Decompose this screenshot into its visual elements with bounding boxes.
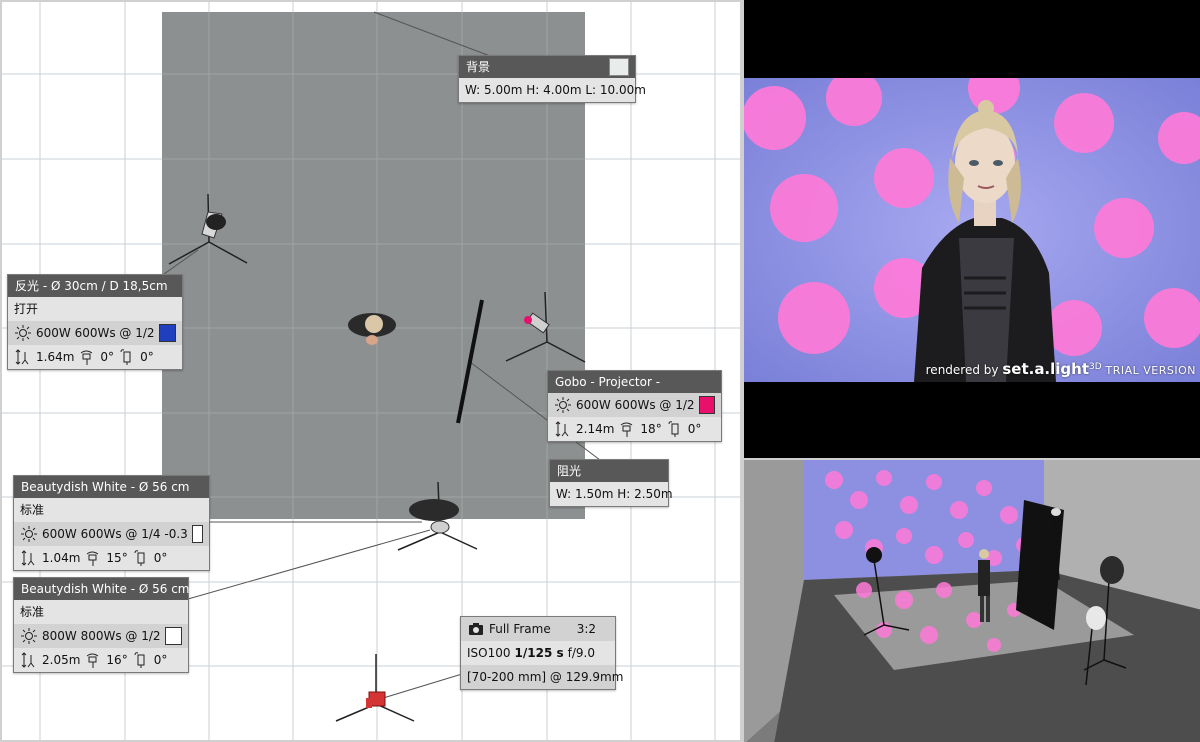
render-preview-image[interactable]: rendered by set.a.light3D TRIAL VERSION — [744, 78, 1200, 382]
beautydish-2-height: 2.05m — [42, 653, 81, 667]
camera-sensor-row: Full Frame 3:2 — [461, 617, 615, 641]
gobo-power: 600W 600Ws @ 1/2 — [576, 398, 695, 412]
tilt-icon — [78, 348, 96, 366]
gobo-card-title: Gobo - Projector - — [555, 375, 661, 389]
watermark-brand: set.a.light — [1002, 360, 1090, 378]
tilt-icon — [84, 651, 102, 669]
rotate-icon — [118, 348, 136, 366]
reflector-state-row: 打开 — [8, 297, 182, 321]
flag-info-card[interactable]: 阻光 W: 1.50m H: 2.50m — [549, 459, 673, 507]
beautydish-2-power: 800W 800Ws @ 1/2 — [42, 629, 161, 643]
watermark-prefix: rendered by — [925, 363, 999, 377]
beautydish-1-power-row: 600W 600Ws @ 1/4 -0.3 — [14, 522, 209, 546]
flag-card-title: 阻光 — [557, 464, 582, 478]
camera-icon — [467, 620, 485, 638]
height-icon — [14, 348, 32, 366]
reflector-height: 1.64m — [36, 350, 75, 364]
flag-card-header: 阻光 — [550, 460, 668, 482]
rotate-icon — [132, 651, 150, 669]
backdrop-info-card[interactable]: 背景 W: 5.00m H: 4.00m L: 10.00m — [458, 55, 646, 103]
beautydish-1-position-row: 1.04m 15° 0° — [14, 546, 209, 570]
gobo-height: 2.14m — [576, 422, 615, 436]
watermark-brand-suffix: 3D — [1089, 362, 1102, 372]
beautydish-2-gel-swatch[interactable] — [164, 627, 182, 645]
light-power-icon — [14, 324, 32, 342]
gobo-power-row: 600W 600Ws @ 1/2 — [548, 393, 721, 417]
tilt-icon — [84, 549, 102, 567]
camera-lens: [70-200 mm] @ 129.9mm — [467, 670, 624, 684]
beautydish-2-card[interactable]: Beautydish White - Ø 56 cm 标准 800W 800Ws… — [13, 577, 190, 673]
studio-3d-canvas[interactable] — [744, 460, 1200, 742]
beautydish-2-tilt: 16° — [106, 653, 128, 667]
gobo-gel-swatch[interactable] — [698, 396, 715, 414]
flag-dimensions-row: W: 1.50m H: 2.50m — [550, 482, 673, 506]
backdrop-card-title: 背景 — [466, 60, 491, 74]
render-preview-panel: rendered by set.a.light3D TRIAL VERSION — [742, 0, 1200, 458]
gobo-tilt: 18° — [640, 422, 662, 436]
light-power-icon — [20, 525, 38, 543]
tilt-icon — [618, 420, 636, 438]
camera-info-card[interactable]: Full Frame 3:2 ISO100 1/125 s f/9.0 [70-… — [460, 616, 623, 690]
light-power-icon — [20, 627, 38, 645]
beautydish-2-state: 标准 — [20, 605, 45, 619]
app-window: 背景 W: 5.00m H: 4.00m L: 10.00m 反光 - Ø 30… — [0, 0, 1200, 742]
beautydish-1-height: 1.04m — [42, 551, 81, 565]
backdrop-dimensions-row: W: 5.00m H: 4.00m L: 10.00m — [459, 78, 646, 102]
beautydish-1-tilt: 15° — [106, 551, 128, 565]
floor-plan-view[interactable]: 背景 W: 5.00m H: 4.00m L: 10.00m 反光 - Ø 30… — [0, 0, 742, 742]
reflector-power: 600W 600Ws @ 1/2 — [36, 326, 155, 340]
gobo-card-header: Gobo - Projector - — [548, 371, 721, 393]
reflector-light-card[interactable]: 反光 - Ø 30cm / D 18,5cm 打开 600W 600Ws @ 1… — [7, 274, 183, 370]
reflector-tilt: 0° — [100, 350, 115, 364]
beautydish-2-power-row: 800W 800Ws @ 1/2 — [14, 624, 188, 648]
beautydish-2-title: Beautydish White - Ø 56 cm — [21, 582, 190, 596]
backdrop-dimensions: W: 5.00m H: 4.00m L: 10.00m — [465, 83, 646, 97]
flag-dimensions: W: 1.50m H: 2.50m — [556, 487, 673, 501]
gobo-position-row: 2.14m 18° 0° — [548, 417, 721, 441]
backdrop-card-header: 背景 — [459, 56, 635, 78]
reflector-power-row: 600W 600Ws @ 1/2 — [8, 321, 182, 345]
camera-exposure-row: ISO100 1/125 s f/9.0 — [461, 641, 615, 665]
camera-shutter: 1/125 s — [514, 646, 564, 660]
light-power-icon — [554, 396, 572, 414]
height-icon — [20, 651, 38, 669]
reflector-position-row: 1.64m 0° 0° — [8, 345, 182, 369]
camera-iso: ISO100 — [467, 646, 511, 660]
beautydish-1-card-header: Beautydish White - Ø 56 cm — [14, 476, 209, 498]
rotate-icon — [132, 549, 150, 567]
reflector-card-header: 反光 - Ø 30cm / D 18,5cm — [8, 275, 182, 297]
rendered-photo — [744, 78, 1200, 382]
beautydish-1-card[interactable]: Beautydish White - Ø 56 cm 标准 600W 600Ws… — [13, 475, 210, 571]
camera-aperture: f/9.0 — [567, 646, 595, 660]
beautydish-1-state: 标准 — [20, 503, 45, 517]
beautydish-2-rotation: 0° — [153, 653, 168, 667]
reflector-gel-swatch[interactable] — [158, 324, 176, 342]
reflector-card-title: 反光 - Ø 30cm / D 18,5cm — [15, 279, 168, 293]
beautydish-1-power: 600W 600Ws @ 1/4 -0.3 — [42, 527, 188, 541]
rotate-icon — [666, 420, 684, 438]
gobo-projector-card[interactable]: Gobo - Projector - 600W 600Ws @ 1/2 2.14… — [547, 370, 722, 442]
camera-aspect-ratio: 3:2 — [576, 622, 597, 636]
height-icon — [20, 549, 38, 567]
camera-lens-row: [70-200 mm] @ 129.9mm — [461, 665, 623, 689]
render-watermark: rendered by set.a.light3D TRIAL VERSION — [926, 360, 1196, 378]
studio-3d-view[interactable] — [742, 458, 1200, 742]
reflector-state: 打开 — [14, 302, 39, 316]
reflector-rotation: 0° — [140, 350, 154, 364]
beautydish-1-gel-swatch[interactable] — [191, 525, 203, 543]
beautydish-2-state-row: 标准 — [14, 600, 188, 624]
watermark-trial: TRIAL VERSION — [1105, 364, 1196, 377]
height-icon — [554, 420, 572, 438]
gobo-rotation: 0° — [687, 422, 702, 436]
backdrop-color-swatch[interactable] — [609, 58, 629, 76]
beautydish-1-title: Beautydish White - Ø 56 cm — [21, 480, 190, 494]
beautydish-2-position-row: 2.05m 16° 0° — [14, 648, 188, 672]
beautydish-2-card-header: Beautydish White - Ø 56 cm — [14, 578, 190, 600]
camera-sensor: Full Frame — [489, 622, 551, 636]
camera-tripod — [335, 654, 415, 722]
beautydish-1-state-row: 标准 — [14, 498, 209, 522]
beautydish-1-rotation: 0° — [153, 551, 168, 565]
